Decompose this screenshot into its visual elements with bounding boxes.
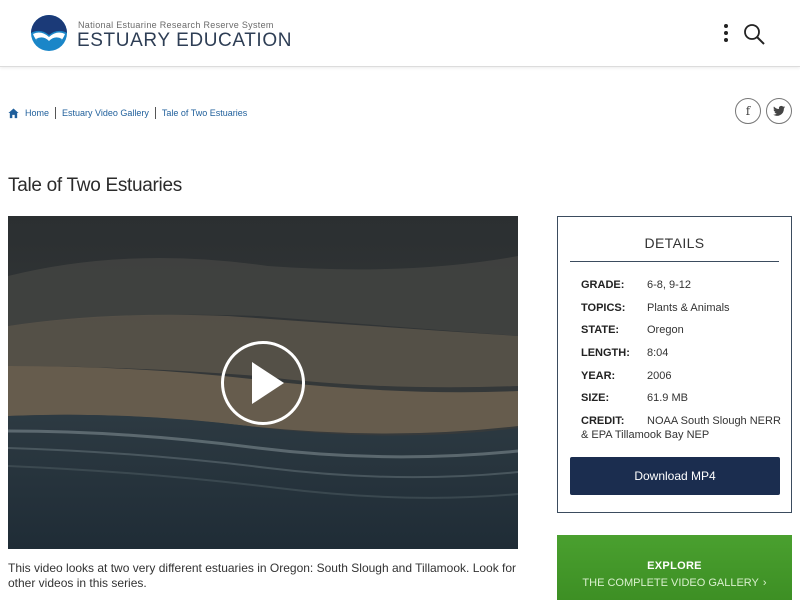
chevron-right-icon: › bbox=[762, 577, 767, 589]
detail-value: Oregon bbox=[647, 324, 684, 336]
site-name[interactable]: ESTUARY EDUCATION bbox=[77, 30, 292, 52]
detail-label: STATE: bbox=[581, 324, 620, 336]
twitter-icon bbox=[773, 105, 786, 116]
page-title: Tale of Two Estuaries bbox=[8, 175, 182, 196]
download-mp4-button[interactable]: Download MP4 bbox=[570, 457, 780, 495]
detail-label: TOPICS: bbox=[581, 302, 626, 314]
detail-value: NOAA South Slough NERR bbox=[647, 415, 781, 427]
breadcrumb-separator bbox=[55, 107, 57, 119]
details-divider bbox=[570, 261, 779, 262]
home-icon[interactable] bbox=[8, 107, 19, 119]
site-header: National Estuarine Research Reserve Syst… bbox=[0, 0, 800, 67]
detail-value: 61.9 MB bbox=[647, 392, 688, 404]
detail-value: & EPA Tillamook Bay NEP bbox=[581, 429, 710, 441]
play-icon bbox=[252, 362, 284, 404]
detail-label: GRADE: bbox=[581, 279, 625, 291]
detail-label: YEAR: bbox=[581, 370, 616, 382]
noaa-logo-icon[interactable] bbox=[31, 15, 67, 51]
detail-label: CREDIT: bbox=[581, 415, 625, 427]
detail-value: 8:04 bbox=[647, 347, 669, 359]
twitter-share-button[interactable] bbox=[766, 98, 792, 124]
breadcrumb-home[interactable]: Home bbox=[25, 108, 49, 118]
video-player[interactable] bbox=[8, 216, 518, 549]
kebab-menu-icon[interactable] bbox=[719, 22, 733, 44]
detail-label: LENGTH: bbox=[581, 347, 630, 359]
breadcrumb-gallery[interactable]: Estuary Video Gallery bbox=[62, 108, 149, 118]
play-button[interactable] bbox=[221, 341, 305, 425]
explore-gallery-banner[interactable]: EXPLORE THE COMPLETE VIDEO GALLERY › bbox=[557, 535, 792, 600]
breadcrumb-separator bbox=[154, 107, 156, 119]
explore-subtitle: THE COMPLETE VIDEO GALLERY › bbox=[557, 577, 792, 589]
breadcrumb: Home Estuary Video Gallery Tale of Two E… bbox=[8, 105, 247, 121]
facebook-icon: f bbox=[745, 104, 751, 118]
detail-value: 2006 bbox=[647, 370, 672, 382]
detail-value: 6-8, 9-12 bbox=[647, 279, 692, 291]
explore-subtitle-text: THE COMPLETE VIDEO GALLERY bbox=[582, 577, 759, 589]
video-description: This video looks at two very different e… bbox=[8, 561, 517, 590]
org-name: National Estuarine Research Reserve Syst… bbox=[78, 20, 274, 30]
explore-title: EXPLORE bbox=[647, 560, 702, 572]
detail-value: Plants & Animals bbox=[647, 302, 730, 314]
breadcrumb-current[interactable]: Tale of Two Estuaries bbox=[162, 108, 247, 118]
details-heading: DETAILS bbox=[644, 235, 705, 251]
search-icon[interactable] bbox=[742, 22, 766, 46]
details-panel: DETAILS GRADE: 6-8, 9-12 TOPICS: Plants … bbox=[557, 216, 792, 513]
detail-label: SIZE: bbox=[581, 392, 610, 404]
facebook-share-button[interactable]: f bbox=[735, 98, 761, 124]
